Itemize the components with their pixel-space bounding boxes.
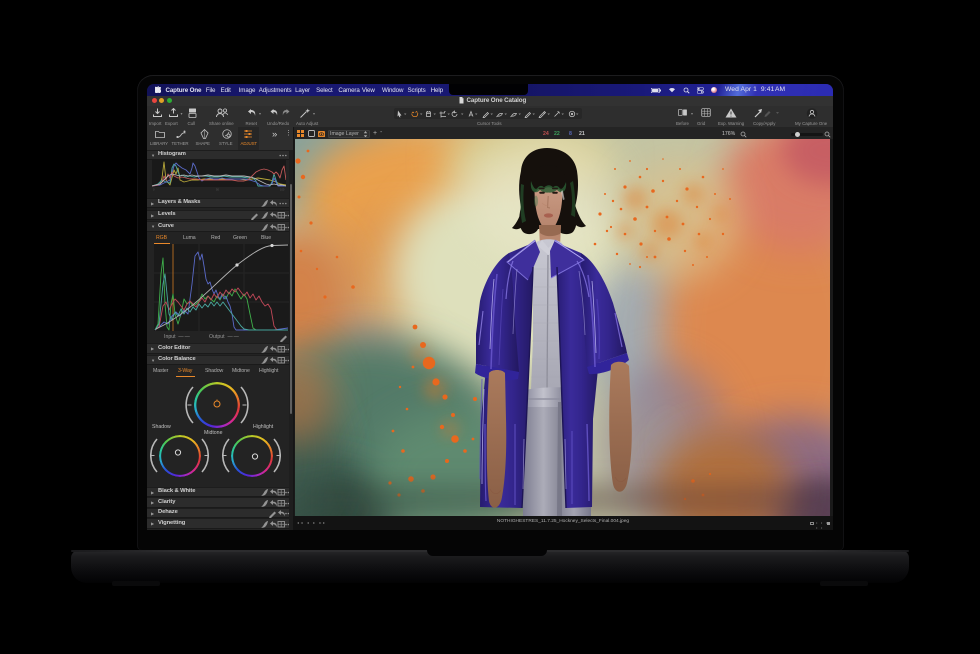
- svg-text:100: 100: [280, 187, 285, 191]
- svg-text:50: 50: [216, 187, 219, 191]
- svg-text:0: 0: [153, 187, 155, 191]
